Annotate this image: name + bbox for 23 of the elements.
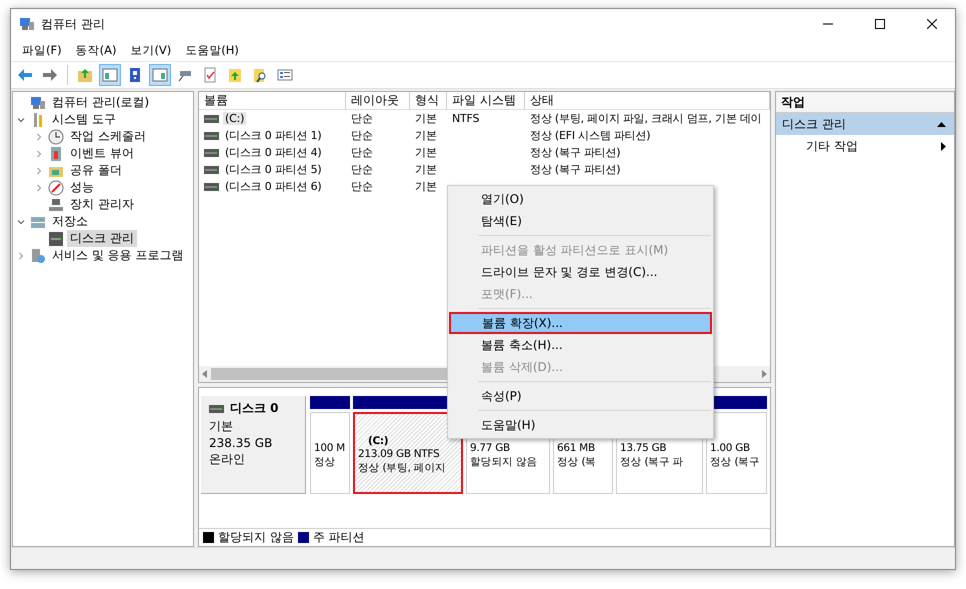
table-cell: 기본 xyxy=(415,145,437,160)
table-cell: 기본 xyxy=(415,162,437,177)
disk-status: 온라인 xyxy=(209,451,246,468)
legend-label: 주 파티션 xyxy=(312,529,365,546)
disk-size: 238.35 GB xyxy=(209,436,274,450)
table-cell: 단순 xyxy=(351,128,373,143)
table-cell: 기본 xyxy=(415,179,437,194)
legend-label: 할당되지 않음 xyxy=(218,529,294,546)
table-cell: 기본 xyxy=(415,111,437,126)
table-cell: 단순 xyxy=(351,145,373,160)
table-cell: NTFS xyxy=(452,112,480,125)
table-cell: 정상 (부팅, 페이지 파일, 크래시 덤프, 기본 데이 xyxy=(530,111,762,126)
table-cell: 단순 xyxy=(351,179,373,194)
table-cell: 정상 (복구 파티션) xyxy=(530,145,620,160)
table-cell: 정상 (복구 파티션) xyxy=(530,162,620,177)
table-cell: 기본 xyxy=(415,128,437,143)
table-cell: 단순 xyxy=(351,111,373,126)
table-cell: 단순 xyxy=(351,162,373,177)
panel-title: 작업 xyxy=(776,92,954,113)
disk-type: 기본 xyxy=(209,418,234,435)
window-title: 컴퓨터 관리 xyxy=(41,16,106,32)
disk-name: 디스크 0 xyxy=(230,400,279,417)
table-cell: 정상 (EFI 시스템 파티션) xyxy=(530,128,650,143)
